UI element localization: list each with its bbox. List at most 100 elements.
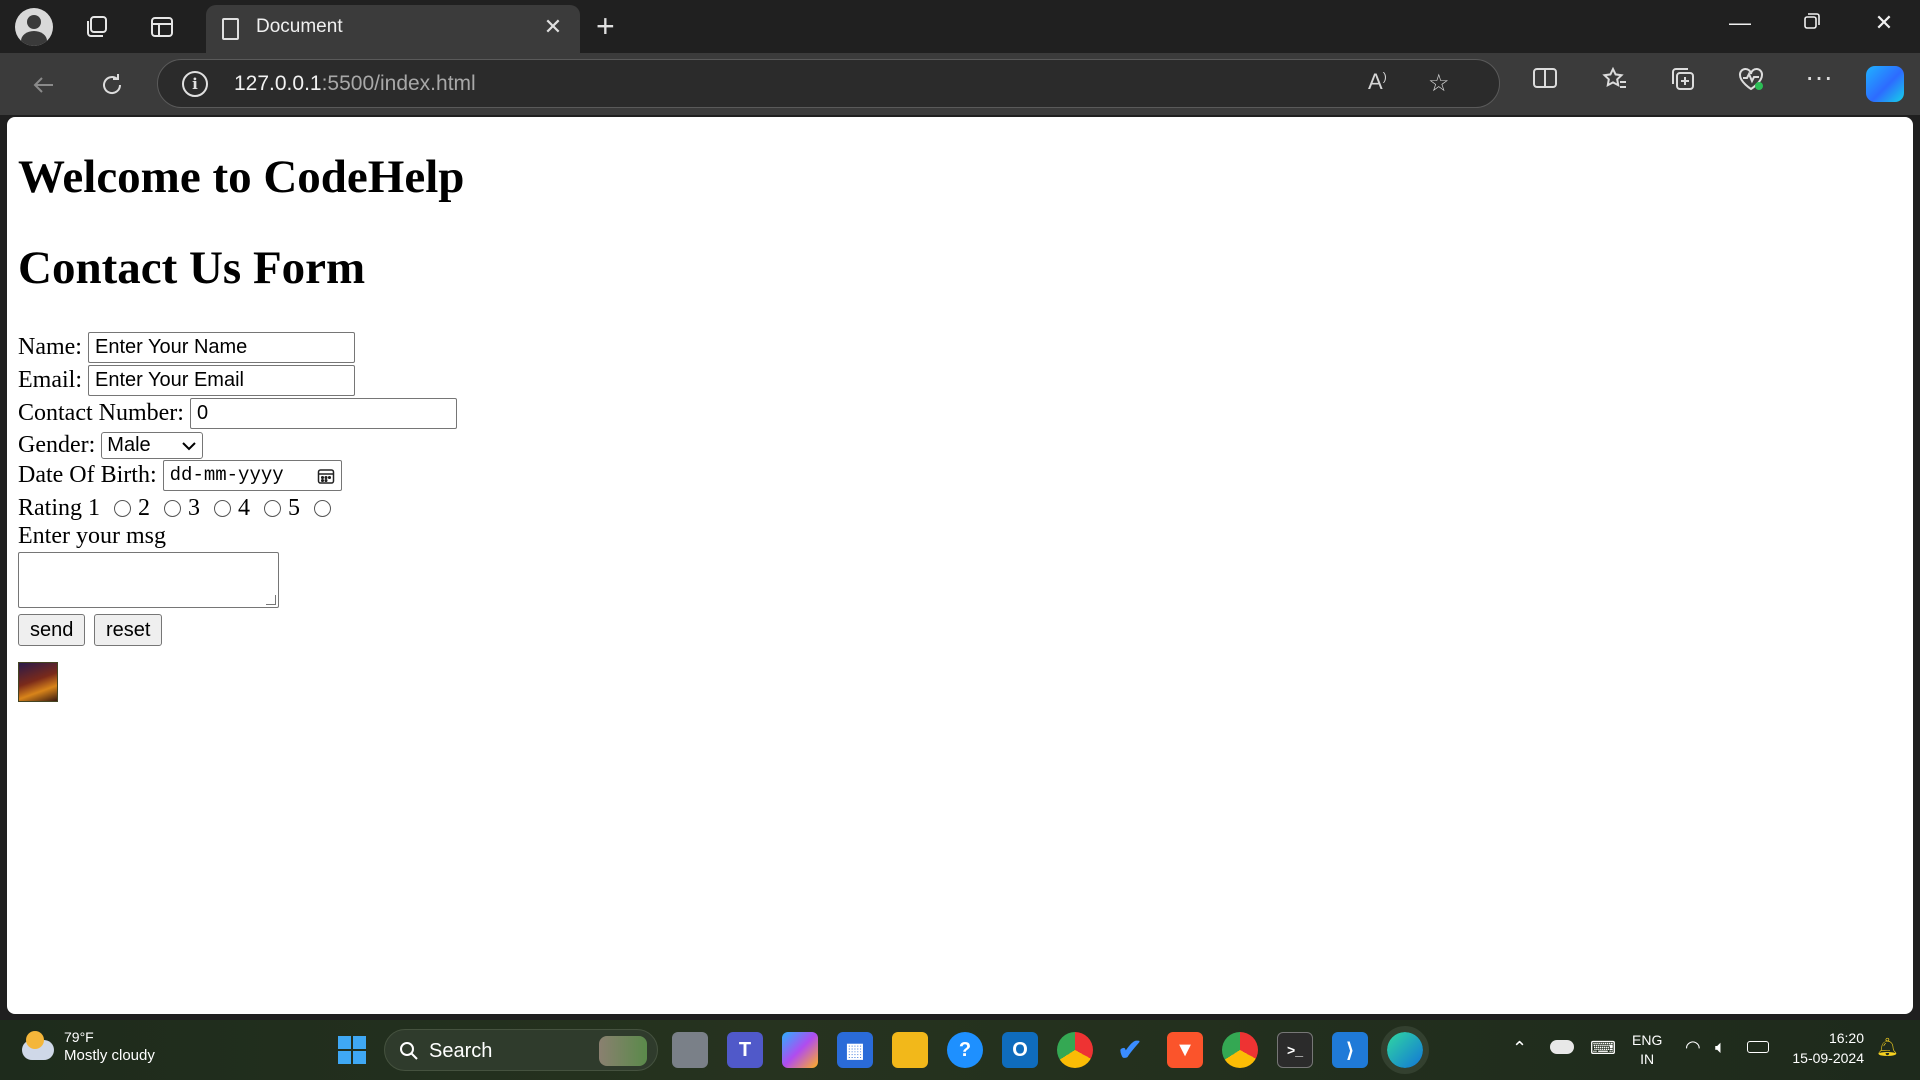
keyboard-icon[interactable]: ⌨ <box>1590 1038 1616 1059</box>
wifi-icon[interactable]: ◠ <box>1685 1037 1701 1058</box>
url-host: 127.0.0.1 <box>234 72 322 95</box>
new-tab-button[interactable]: + <box>596 8 615 45</box>
form-heading: Contact Us Form <box>18 242 366 294</box>
split-screen-icon[interactable] <box>1527 66 1563 97</box>
close-tab-icon[interactable]: ✕ <box>540 14 566 40</box>
tab-document[interactable]: Document ✕ <box>206 5 580 53</box>
rating-label: Rating <box>18 495 82 521</box>
site-info-icon[interactable]: i <box>182 71 208 97</box>
restore-icon[interactable] <box>1792 10 1832 36</box>
copilot-icon[interactable] <box>1866 66 1904 102</box>
read-aloud-icon[interactable]: A) <box>1368 69 1387 95</box>
task-view-icon[interactable] <box>672 1032 708 1068</box>
url-text: 127.0.0.1:5500/index.html <box>234 72 476 96</box>
rating-option-label: 3 <box>188 495 200 521</box>
outlook-icon[interactable]: O <box>1002 1032 1038 1068</box>
name-label: Name: <box>18 334 82 360</box>
search-highlight-icon <box>599 1036 647 1066</box>
document-icon <box>222 18 239 40</box>
tab-strip: Document ✕ + ― ✕ <box>0 0 1920 53</box>
chrome-profile-icon[interactable] <box>1222 1032 1258 1068</box>
rating-radio-1[interactable] <box>114 500 131 517</box>
favorites-icon[interactable] <box>1597 66 1633 99</box>
brave-icon[interactable]: ▼ <box>1167 1032 1203 1068</box>
workspaces-icon[interactable] <box>79 10 113 44</box>
teams-icon[interactable]: T <box>727 1032 763 1068</box>
rating-radio-5[interactable] <box>314 500 331 517</box>
vertical-tabs-icon[interactable] <box>145 10 179 44</box>
chrome-icon[interactable] <box>1057 1032 1093 1068</box>
dob-placeholder: dd-mm-yyyy <box>169 464 284 486</box>
name-row: Name: Enter Your Name <box>18 332 355 363</box>
refresh-icon[interactable] <box>92 65 132 105</box>
notification-bell-icon[interactable]: 🔔︎ <box>1876 1037 1899 1058</box>
dob-label: Date Of Birth: <box>18 462 157 488</box>
collections-icon[interactable] <box>1665 66 1701 99</box>
rating-radio-4[interactable] <box>264 500 281 517</box>
back-arrow-icon[interactable] <box>24 65 64 105</box>
email-row: Email: Enter Your Email <box>18 365 355 396</box>
browser-essentials-icon[interactable] <box>1733 66 1769 99</box>
profile-avatar-icon[interactable] <box>15 8 53 46</box>
rating-option-label: 1 <box>88 495 100 521</box>
search-icon <box>400 1042 418 1060</box>
rating-option-label: 5 <box>288 495 300 521</box>
weather-cloud-icon[interactable] <box>22 1031 54 1060</box>
clock-date: 15-09-2024 <box>1792 1050 1864 1066</box>
help-icon[interactable]: ? <box>947 1032 983 1068</box>
name-input[interactable]: Enter Your Name <box>87 332 355 363</box>
terminal-icon[interactable]: >_ <box>1277 1032 1313 1068</box>
address-bar[interactable]: i 127.0.0.1:5500/index.html A) ☆ <box>157 59 1500 108</box>
url-path: :5500/index.html <box>321 72 476 95</box>
gender-label: Gender: <box>18 432 96 458</box>
clock-time: 16:20 <box>1828 1030 1864 1046</box>
region-code: IN <box>1640 1051 1655 1067</box>
weather-widget[interactable]: 79°F Mostly cloudy <box>64 1029 155 1064</box>
email-label: Email: <box>18 367 82 393</box>
show-hidden-icons-icon[interactable]: ⌃ <box>1512 1038 1527 1059</box>
taskbar: 79°F Mostly cloudy Search T ▦ ? O ✔ ▼ >_… <box>0 1020 1920 1080</box>
onedrive-icon[interactable] <box>1550 1040 1574 1054</box>
temperature: 79°F <box>64 1029 94 1045</box>
email-input[interactable]: Enter Your Email <box>87 365 355 396</box>
taskbar-search[interactable]: Search <box>384 1029 658 1071</box>
minimize-icon[interactable]: ― <box>1720 10 1760 36</box>
contact-number-input[interactable]: 0 <box>189 398 457 429</box>
navigation-bar: i 127.0.0.1:5500/index.html A) ☆ ··· <box>0 53 1920 115</box>
dob-row: Date Of Birth: dd-mm-yyyy <box>18 460 342 491</box>
rating-radio-2[interactable] <box>164 500 181 517</box>
gender-row: Gender: Male <box>18 432 204 459</box>
volume-icon[interactable]: 🔈︎ <box>1715 1037 1726 1058</box>
todo-icon[interactable]: ✔ <box>1112 1032 1148 1068</box>
welcome-heading: Welcome to CodeHelp <box>18 151 465 203</box>
reset-button[interactable]: reset <box>94 614 163 646</box>
close-window-icon[interactable]: ✕ <box>1864 10 1904 36</box>
more-options-icon[interactable]: ··· <box>1801 61 1837 93</box>
calendar-icon[interactable] <box>317 467 335 485</box>
weather-condition: Mostly cloudy <box>64 1047 155 1064</box>
rating-radio-3[interactable] <box>214 500 231 517</box>
file-explorer-icon[interactable] <box>892 1032 928 1068</box>
tab-title: Document <box>256 16 343 37</box>
windows-start-icon[interactable] <box>334 1032 370 1068</box>
gender-select[interactable]: Male <box>101 432 204 459</box>
dob-input[interactable]: dd-mm-yyyy <box>162 460 342 491</box>
rating-option-label: 2 <box>138 495 150 521</box>
send-button[interactable]: send <box>18 614 86 646</box>
message-textarea[interactable] <box>18 552 279 608</box>
language-indicator[interactable]: ENG IN <box>1632 1032 1662 1067</box>
store-icon[interactable]: ▦ <box>837 1032 873 1068</box>
favorite-star-icon[interactable]: ☆ <box>1428 69 1450 98</box>
gender-selected-value: Male <box>107 434 151 456</box>
page-viewport: Welcome to CodeHelp Contact Us Form Name… <box>7 117 1913 1014</box>
search-label: Search <box>429 1040 493 1062</box>
chevron-down-icon <box>182 442 197 451</box>
contact-row: Contact Number: 0 <box>18 398 457 429</box>
language-code: ENG <box>1632 1032 1663 1048</box>
clock[interactable]: 16:20 15-09-2024 <box>1784 1030 1864 1066</box>
battery-icon[interactable] <box>1747 1041 1769 1053</box>
edge-icon[interactable] <box>1381 1026 1429 1074</box>
vscode-icon[interactable]: ⟩ <box>1332 1032 1368 1068</box>
copilot-app-icon[interactable] <box>782 1032 818 1068</box>
rating-option-label: 4 <box>238 495 250 521</box>
